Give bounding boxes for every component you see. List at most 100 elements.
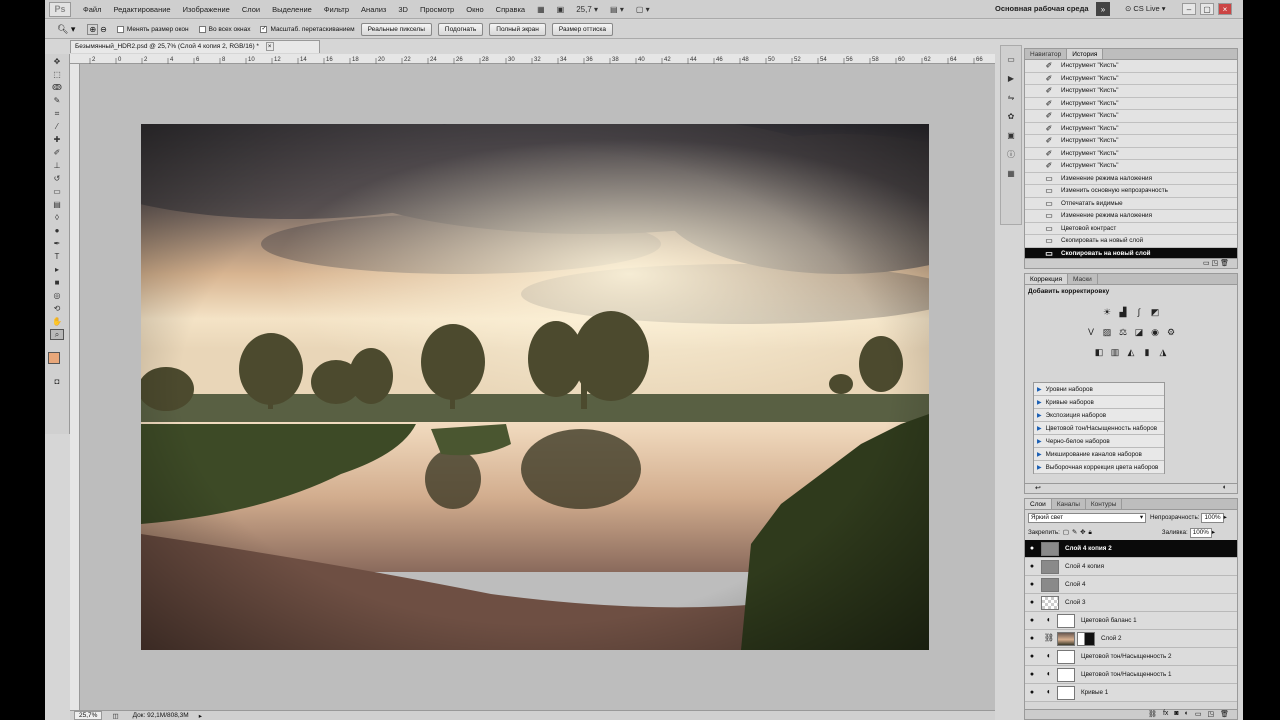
arrange-docs-icon[interactable]: ▤ ▾	[610, 5, 624, 14]
eye-icon[interactable]: ●	[1025, 617, 1039, 624]
exposure-icon[interactable]: ◩	[1149, 306, 1161, 318]
tab-channels[interactable]: Каналы	[1052, 499, 1086, 509]
menu-3d[interactable]: 3D	[398, 5, 408, 14]
zoom-out-icon[interactable]: ⊖	[100, 25, 107, 34]
snapshot-icon[interactable]: ▭	[1203, 260, 1210, 267]
history-item[interactable]: ✐ Инструмент "Кисть"	[1025, 160, 1237, 173]
tab-history[interactable]: История	[1067, 49, 1104, 59]
preset-item[interactable]: ▶ Кривые наборов	[1034, 396, 1164, 409]
tab-adjustments[interactable]: Коррекция	[1025, 274, 1068, 284]
zoom-level-select[interactable]: 25,7 ▾	[576, 5, 598, 14]
tab-navigator[interactable]: Навигатор	[1025, 49, 1068, 59]
eye-icon[interactable]: ●	[1025, 671, 1039, 678]
color-swatches[interactable]	[45, 344, 69, 374]
gradient-tool-icon[interactable]: ▤	[50, 199, 64, 210]
posterize-icon[interactable]: ▥	[1109, 346, 1121, 358]
info-panel-icon[interactable]: ⓘ	[1004, 148, 1018, 160]
history-item[interactable]: ✐ Инструмент "Кисть"	[1025, 147, 1237, 160]
marquee-tool-icon[interactable]: ⬚	[50, 69, 64, 80]
pen-tool-icon[interactable]: ✒	[50, 238, 64, 249]
bw-icon[interactable]: ◪	[1133, 326, 1145, 338]
levels-icon[interactable]: ▟	[1117, 306, 1129, 318]
tab-layers[interactable]: Слои	[1025, 499, 1052, 509]
swatches-panel-icon[interactable]: ▦	[1004, 167, 1018, 179]
history-item[interactable]: ▭ Скопировать на новый слой	[1025, 235, 1237, 248]
group-icon[interactable]: ▭	[1195, 710, 1202, 719]
hand-tool-icon[interactable]: ✋	[50, 316, 64, 327]
layer-row[interactable]: ● Слой 3	[1025, 594, 1237, 612]
menu-file[interactable]: Файл	[83, 5, 101, 14]
lock-all-icon[interactable]: 🔒︎	[1088, 529, 1091, 537]
quick-mask-icon[interactable]: ◘	[50, 376, 64, 387]
menu-window[interactable]: Окно	[466, 5, 483, 14]
trash-icon[interactable]: 🗑︎	[1220, 260, 1229, 267]
history-item[interactable]: ✐ Инструмент "Кисть"	[1025, 122, 1237, 135]
layer-row[interactable]: ● Слой 4	[1025, 576, 1237, 594]
layer-row[interactable]: ● Слой 4 копия 2	[1025, 540, 1237, 558]
disclosure-triangle-icon[interactable]: ▶	[1037, 399, 1042, 406]
menu-layers[interactable]: Слои	[242, 5, 260, 14]
menu-select[interactable]: Выделение	[272, 5, 312, 14]
blend-mode-select[interactable]: Яркий свет ▾	[1028, 512, 1146, 523]
delete-layer-icon[interactable]: 🗑︎	[1220, 710, 1229, 719]
lock-paint-icon[interactable]: ✎	[1072, 529, 1077, 536]
actions-panel-icon[interactable]: ▶	[1004, 72, 1018, 84]
preset-item[interactable]: ▶ Уровни наборов	[1034, 383, 1164, 396]
3d-orbit-icon[interactable]: ⟲	[50, 303, 64, 314]
menu-filter[interactable]: Фильтр	[324, 5, 349, 14]
menu-view[interactable]: Просмотр	[420, 5, 454, 14]
history-item[interactable]: ✐ Инструмент "Кисть"	[1025, 85, 1237, 98]
invert-icon[interactable]: ◧	[1093, 346, 1105, 358]
lasso-tool-icon[interactable]: ↂ	[50, 82, 64, 93]
bridge-icon[interactable]: ▦	[537, 5, 545, 14]
actual-pixels-button[interactable]: Реальные пикселы	[360, 22, 432, 36]
history-item[interactable]: ▭ Изменение режима наложения	[1025, 172, 1237, 185]
eye-icon[interactable]: ●	[1025, 689, 1039, 696]
chevron-right-icon[interactable]: ▸	[1224, 514, 1227, 521]
chevron-right-icon[interactable]: ▸	[1212, 529, 1215, 536]
resize-windows-checkbox[interactable]: Менять размер окон	[116, 25, 189, 33]
zoom-in-icon[interactable]: ⊕	[87, 23, 99, 35]
canvas-area[interactable]: 2 0 2 4 6 8 10 12 14 16 18 20 22 24 26 28 30 32 34 36 38 40 42…	[70, 54, 995, 710]
3d-rotate-icon[interactable]: ◎	[50, 290, 64, 301]
eye-icon[interactable]: ●	[1025, 599, 1039, 606]
history-item[interactable]: ▭ Изменение режима наложения	[1025, 210, 1237, 223]
curves-icon[interactable]: ∫	[1133, 306, 1145, 318]
fx-icon[interactable]: fx	[1163, 710, 1168, 719]
workspace-more-button[interactable]: »	[1096, 2, 1110, 16]
history-item[interactable]: ✐ Инструмент "Кисть"	[1025, 60, 1237, 73]
return-icon[interactable]: ↩	[1035, 484, 1041, 493]
print-size-button[interactable]: Размер оттиска	[551, 22, 613, 36]
history-item[interactable]: ✐ Инструмент "Кисть"	[1025, 72, 1237, 85]
workspace-name[interactable]: Основная рабочая среда	[995, 4, 1089, 13]
zoom-tool-icon[interactable]: 🔍︎ ▾	[57, 24, 75, 35]
dodge-tool-icon[interactable]: ●	[50, 225, 64, 236]
disclosure-triangle-icon[interactable]: ▶	[1037, 464, 1042, 471]
close-window-button[interactable]: ×	[1218, 3, 1232, 15]
scrubby-zoom-checkbox[interactable]: ✓ Масштаб. перетаскиванием	[260, 25, 355, 33]
eye-icon[interactable]: ●	[1025, 545, 1039, 552]
foreground-color[interactable]	[48, 352, 60, 364]
zoom-tool-active-icon[interactable]: ⌕	[50, 329, 64, 340]
crop-tool-icon[interactable]: ⌗	[50, 108, 64, 119]
eyedropper-tool-icon[interactable]: ⁄	[50, 121, 64, 132]
path-select-icon[interactable]: ▸	[50, 264, 64, 275]
history-item[interactable]: ▭ Отпечатать видимые	[1025, 197, 1237, 210]
new-doc-icon[interactable]: ◳	[1212, 260, 1219, 267]
eye-icon[interactable]: ●	[1025, 581, 1039, 588]
color-balance-icon[interactable]: ⚖	[1117, 326, 1129, 338]
history-item[interactable]: ✐ Инструмент "Кисть"	[1025, 110, 1237, 123]
minibridge-icon[interactable]: ▣	[557, 5, 565, 14]
menu-edit[interactable]: Редактирование	[113, 5, 170, 14]
tool-presets-icon[interactable]: ▣	[1004, 129, 1018, 141]
lock-position-icon[interactable]: ✥	[1080, 529, 1085, 536]
preset-item[interactable]: ▶ Цветовой тон/Насыщенность наборов	[1034, 422, 1164, 435]
close-tab-icon[interactable]: ×	[265, 42, 274, 51]
tab-paths[interactable]: Контуры	[1086, 499, 1123, 509]
eye-icon[interactable]: ●	[1025, 653, 1039, 660]
selective-color-icon[interactable]: ◮	[1157, 346, 1169, 358]
quick-select-tool-icon[interactable]: ✎	[50, 95, 64, 106]
menu-analysis[interactable]: Анализ	[361, 5, 386, 14]
history-item[interactable]: ✐ Инструмент "Кисть"	[1025, 135, 1237, 148]
disclosure-triangle-icon[interactable]: ▶	[1037, 451, 1042, 458]
